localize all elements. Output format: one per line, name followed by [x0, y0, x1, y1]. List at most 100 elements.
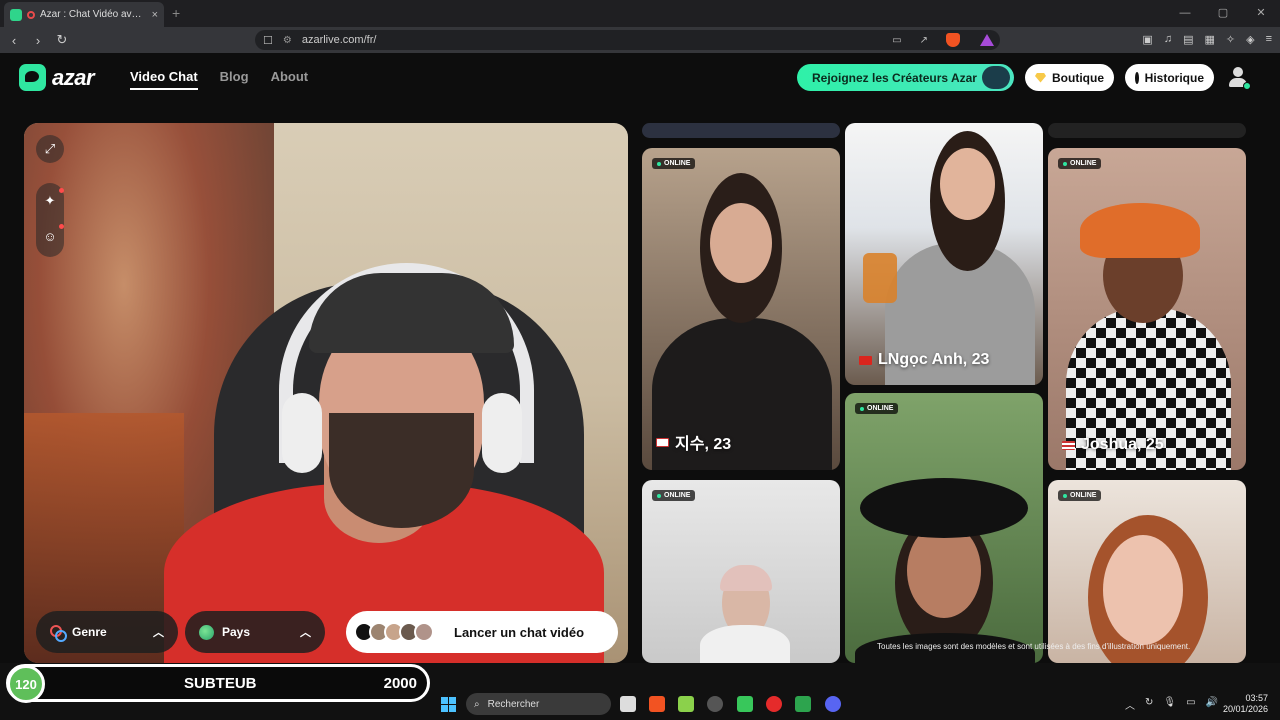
taskbar-search-label: Rechercher — [487, 698, 540, 710]
profile-card-jisu[interactable]: ONLINE 지수, 23 — [642, 148, 840, 470]
user-avatar[interactable] — [1227, 66, 1251, 90]
discord-icon[interactable] — [825, 696, 841, 712]
globe-icon — [199, 624, 214, 640]
profile-card-joshua[interactable]: ONLINE Joshua, 25 — [1048, 148, 1246, 470]
azar-logo-icon — [19, 64, 46, 91]
profile-card-partial[interactable] — [642, 123, 840, 138]
profile-name: 지수, 23 — [656, 430, 731, 454]
gem-icon — [1035, 72, 1046, 83]
browser-toolbar: ‹ › ↻ ☐ ⚙ azarlive.com/fr/ ▭ ↗ ▣ ♫ ▤ ▦ ✧… — [0, 27, 1280, 53]
history-button[interactable]: Historique — [1125, 64, 1214, 91]
shop-button[interactable]: Boutique — [1025, 64, 1114, 91]
notification-dot — [59, 224, 64, 229]
new-tab-button[interactable]: + — [172, 5, 180, 21]
close-tab-icon[interactable]: × — [152, 9, 158, 21]
cast-icon[interactable]: ▭ — [892, 35, 901, 46]
taskbar-clock[interactable]: 03:57 20/01/2026 — [1223, 693, 1268, 715]
notification-dot — [59, 188, 64, 193]
menu-icon[interactable]: ≡ — [1266, 33, 1272, 46]
share-icon[interactable]: ↗ — [920, 35, 928, 46]
orange-hat — [1080, 203, 1200, 258]
vpn-icon[interactable]: ◈ — [1246, 33, 1254, 46]
tray-overflow-icon[interactable]: ︿ — [1125, 697, 1135, 712]
leo-ai-icon[interactable]: ✧ — [1226, 33, 1235, 46]
bookmark-icon[interactable]: ☐ — [263, 34, 273, 47]
creators-badge-icon — [982, 66, 1010, 89]
obs-icon[interactable] — [707, 696, 723, 712]
file-explorer-icon[interactable] — [620, 696, 636, 712]
close-window-button[interactable]: ✕ — [1242, 0, 1280, 27]
display-icon[interactable]: ▭ — [1186, 697, 1195, 712]
expand-icon[interactable]: ⤢ — [36, 135, 64, 163]
browser-tab-bar: Azar : Chat Vidéo avec de no × + — ▢ ✕ — [0, 0, 1280, 27]
app-icon-sheet[interactable] — [737, 696, 753, 712]
browser-extensions: ▣ ♫ ▤ ▦ ✧ ◈ ≡ — [1142, 33, 1272, 46]
gender-filter[interactable]: Genre ︿ — [36, 611, 178, 653]
chevron-up-icon: ︿ — [300, 627, 311, 639]
figure-face — [940, 148, 995, 220]
gender-icon — [50, 625, 67, 642]
windows-taskbar: ⌕ Rechercher ︿ ↻ 🎙 ▭ 🔊 03:57 20/01/2026 — [0, 688, 1280, 720]
tab-title: Azar : Chat Vidéo avec de no — [40, 9, 147, 20]
system-tray: ︿ ↻ 🎙 ▭ 🔊 — [1125, 697, 1218, 712]
chevron-up-icon: ︿ — [153, 627, 164, 639]
nav-video-chat[interactable]: Video Chat — [130, 69, 198, 90]
wallet-icon[interactable]: ▦ — [1204, 33, 1214, 46]
brave-rewards-icon[interactable] — [980, 34, 994, 46]
app-icon-gem[interactable] — [795, 696, 811, 712]
azar-page: azar Video Chat Blog About Rejoignez les… — [0, 53, 1280, 663]
brave-browser-icon[interactable] — [649, 696, 665, 712]
start-video-chat-label: Lancer un chat vidéo — [454, 624, 585, 640]
avatar-head — [1233, 67, 1243, 77]
right-earcup — [482, 393, 522, 473]
profile-card-ngoc[interactable]: LNgọc Anh, 23 — [845, 123, 1043, 385]
address-bar[interactable]: ☐ ⚙ azarlive.com/fr/ ▭ ↗ — [255, 30, 1000, 50]
join-creators-label: Rejoignez les Créateurs Azar — [812, 70, 977, 85]
gender-filter-label: Genre — [72, 625, 107, 639]
minimize-button[interactable]: — — [1166, 0, 1204, 27]
korea-flag-icon — [656, 437, 669, 447]
avatar-stack — [369, 622, 434, 642]
nav-blog[interactable]: Blog — [220, 69, 249, 90]
search-icon: ⌕ — [474, 698, 480, 710]
music-icon[interactable]: ♫ — [1164, 33, 1172, 46]
profile-name-text: Joshua, 25 — [1081, 436, 1164, 453]
profile-card-hat-woman[interactable]: ONLINE — [845, 393, 1043, 663]
media-player-icon[interactable] — [766, 696, 782, 712]
sidebar-icon[interactable]: ▤ — [1183, 33, 1193, 46]
online-badge: ONLINE — [1058, 158, 1102, 169]
shop-label: Boutique — [1052, 70, 1104, 85]
profile-name: Joshua, 25 — [1062, 436, 1164, 454]
sync-icon[interactable]: ↻ — [1145, 697, 1153, 712]
online-dot — [1243, 82, 1251, 90]
left-earcup — [282, 393, 322, 473]
azar-logo[interactable]: azar — [19, 64, 95, 91]
country-filter[interactable]: Pays ︿ — [185, 611, 325, 653]
back-icon[interactable]: ‹ — [4, 33, 24, 48]
screenshot-icon[interactable]: ▣ — [1142, 33, 1152, 46]
start-video-chat-button[interactable]: Lancer un chat vidéo — [346, 611, 618, 653]
azar-favicon-icon — [10, 8, 22, 21]
maximize-button[interactable]: ▢ — [1204, 0, 1242, 27]
taskbar-search[interactable]: ⌕ Rechercher — [466, 693, 611, 715]
volume-icon[interactable]: 🔊 — [1206, 697, 1218, 712]
profile-name-text: 지수, 23 — [675, 436, 732, 453]
profile-name-text: LNgọc Anh, 23 — [878, 351, 990, 368]
profile-card-winter[interactable]: ONLINE — [642, 480, 840, 663]
microphone-icon[interactable]: 🎙 — [1163, 697, 1176, 712]
nav-about[interactable]: About — [271, 69, 309, 90]
profile-card-partial[interactable] — [1048, 123, 1246, 138]
site-info-icon[interactable]: ⚙ — [283, 35, 292, 46]
url-text[interactable]: azarlive.com/fr/ — [302, 34, 882, 46]
windows-start-icon[interactable] — [441, 697, 456, 712]
browser-tab[interactable]: Azar : Chat Vidéo avec de no × — [4, 2, 164, 27]
forward-icon[interactable]: › — [28, 33, 48, 48]
online-badge: ONLINE — [855, 403, 899, 414]
brave-shield-icon[interactable] — [946, 33, 960, 47]
effects-toolbar: ✦ ☺ — [36, 183, 64, 257]
reload-icon[interactable]: ↻ — [52, 32, 72, 48]
app-icon-green[interactable] — [678, 696, 694, 712]
profile-card-redhead[interactable]: ONLINE — [1048, 480, 1246, 663]
clock-icon — [1135, 71, 1139, 84]
join-creators-button[interactable]: Rejoignez les Créateurs Azar — [797, 64, 1014, 91]
